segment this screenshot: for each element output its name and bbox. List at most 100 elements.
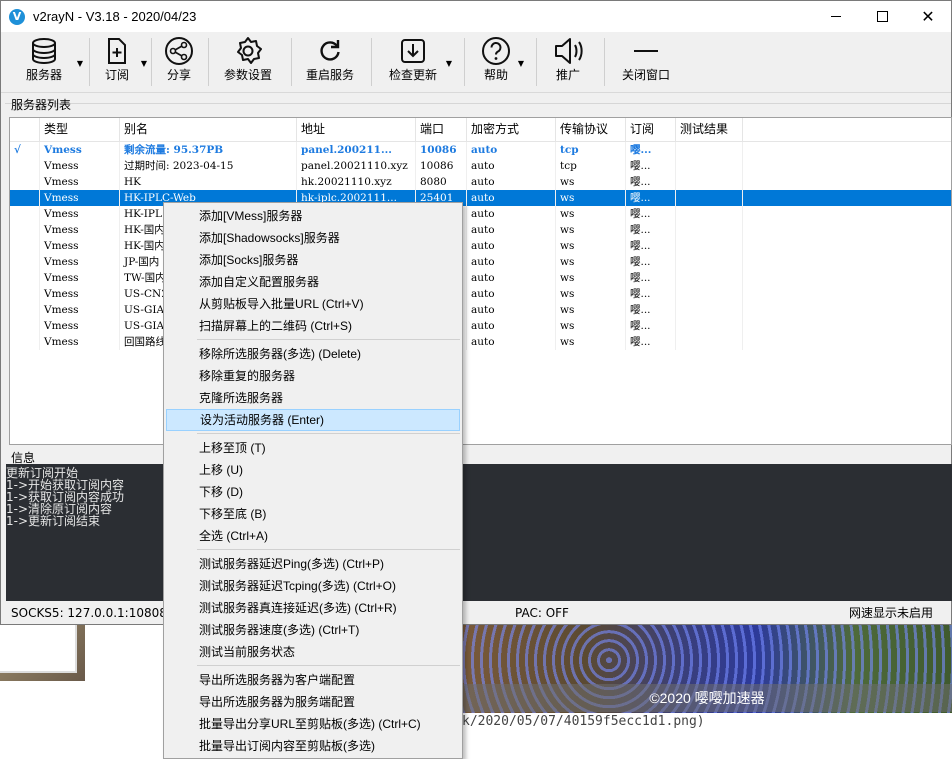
menu-item[interactable]: 批量导出订阅内容至剪贴板(多选) — [166, 735, 460, 757]
maximize-button[interactable] — [859, 1, 905, 32]
menu-item[interactable]: 移除所选服务器(多选) (Delete) — [166, 343, 460, 365]
table-cell: ws — [556, 270, 626, 286]
table-cell: auto — [467, 270, 556, 286]
table-row[interactable]: Vmess JP-国内 auto ws 嘤... — [10, 254, 951, 270]
table-row[interactable]: Vmess HK-IPLC-Web hk-iplc.2002111... 25401 a… — [10, 190, 951, 206]
table-row[interactable]: Vmess HK-IPL auto ws 嘤... — [10, 206, 951, 222]
active-check-icon — [10, 206, 40, 222]
column-header[interactable]: 端口 — [416, 118, 467, 141]
menu-item[interactable]: 上移 (U) — [166, 459, 460, 481]
toolbar-button-speaker[interactable]: 推广 — [545, 35, 591, 89]
table-row[interactable]: Vmess TW-国内 auto ws 嘤... — [10, 270, 951, 286]
toolbar-button-gear[interactable]: 参数设置 — [220, 35, 276, 89]
table-row[interactable]: Vmess HK hk.20021110.xyz 8080 auto ws 嘤... — [10, 174, 951, 190]
toolbar-separator — [371, 38, 372, 86]
menu-item[interactable]: 从剪贴板导入批量URL (Ctrl+V) — [166, 293, 460, 315]
menu-item[interactable]: 测试服务器真连接延迟(多选) (Ctrl+R) — [166, 597, 460, 619]
dropdown-arrow-icon[interactable]: ▼ — [77, 59, 83, 68]
table-row[interactable]: √ Vmess 剩余流量: 95.37PB panel.200211... 10086 a… — [10, 142, 951, 158]
dropdown-arrow-icon[interactable]: ▼ — [446, 59, 452, 68]
table-cell: 嘤... — [626, 270, 676, 286]
table-cell: panel.200211... — [297, 142, 416, 158]
main-window: V v2rayN - V3.18 - 2020/04/23 ✕ 服务器 ▼ 订阅 ▼ 分… — [0, 0, 952, 625]
toolbar-button-minus[interactable]: 关闭窗口 — [615, 35, 677, 89]
menu-item[interactable]: 扫描屏幕上的二维码 (Ctrl+S) — [166, 315, 460, 337]
menu-item[interactable]: 测试当前服务状态 — [166, 641, 460, 663]
menu-item[interactable]: 克隆所选服务器 — [166, 387, 460, 409]
table-cell: auto — [467, 206, 556, 222]
table-cell: 10086 — [416, 158, 467, 174]
toolbar-button-help[interactable]: 帮助 ▼ — [478, 35, 524, 89]
toolbar-button-download[interactable]: 检查更新 ▼ — [384, 35, 452, 89]
pac-status[interactable]: PAC: OFF — [515, 606, 569, 620]
list-body[interactable]: √ Vmess 剩余流量: 95.37PB panel.200211... 10086 a… — [10, 142, 951, 350]
column-header[interactable]: 加密方式 — [467, 118, 556, 141]
menu-item[interactable]: 上移至顶 (T) — [166, 437, 460, 459]
active-check-icon — [10, 302, 40, 318]
table-row[interactable]: Vmess HK-国内 auto ws 嘤... — [10, 222, 951, 238]
table-cell: ws — [556, 174, 626, 190]
menu-item[interactable]: 下移 (D) — [166, 481, 460, 503]
toolbar-separator — [604, 38, 605, 86]
minimize-button[interactable] — [813, 1, 859, 32]
column-header[interactable]: 测试结果 — [676, 118, 743, 141]
toolbar-button-refresh[interactable]: 重启服务 — [300, 35, 360, 89]
menu-item[interactable]: 下移至底 (B) — [166, 503, 460, 525]
toolbar-button-database[interactable]: 服务器 ▼ — [15, 35, 83, 89]
menu-item[interactable]: 添加[Shadowsocks]服务器 — [166, 227, 460, 249]
toolbar-button-share[interactable]: 分享 — [161, 35, 197, 89]
table-row[interactable]: Vmess US-GIA-auto ws 嘤... — [10, 318, 951, 334]
table-cell: 嘤... — [626, 238, 676, 254]
active-check-icon — [10, 334, 40, 350]
toolbar-button-label: 重启服务 — [305, 68, 354, 82]
table-cell: ws — [556, 206, 626, 222]
title-bar[interactable]: V v2rayN - V3.18 - 2020/04/23 ✕ — [1, 1, 951, 32]
table-row[interactable]: Vmess US-GIA auto ws 嘤... — [10, 302, 951, 318]
column-header[interactable]: 传输协议 — [556, 118, 626, 141]
table-cell: auto — [467, 142, 556, 158]
table-cell: auto — [467, 302, 556, 318]
menu-item[interactable]: 全选 (Ctrl+A) — [166, 525, 460, 547]
table-row[interactable]: Vmess 过期时间: 2023-04-15 panel.20021110.xyz 1… — [10, 158, 951, 174]
table-cell: tcp — [556, 142, 626, 158]
dropdown-arrow-icon[interactable]: ▼ — [141, 59, 147, 68]
speaker-icon — [545, 35, 591, 67]
menu-item[interactable]: 导出所选服务器为客户端配置 — [166, 669, 460, 691]
column-header[interactable] — [10, 118, 40, 141]
menu-item[interactable]: 添加自定义配置服务器 — [166, 271, 460, 293]
menu-item[interactable]: 设为活动服务器 (Enter) — [166, 409, 460, 431]
active-check-icon — [10, 318, 40, 334]
table-cell: 嘤... — [626, 190, 676, 206]
table-row[interactable]: Vmess HK-国内 auto ws 嘤... — [10, 238, 951, 254]
log-panel[interactable]: 更新订阅开始 1->开始获取订阅内容 1->获取订阅内容成功 1->清除原订阅内… — [6, 464, 952, 601]
menu-item[interactable]: 添加[VMess]服务器 — [166, 205, 460, 227]
table-row[interactable]: Vmess US-CN2 auto ws 嘤... — [10, 286, 951, 302]
menu-item[interactable]: 测试服务器延迟Tcping(多选) (Ctrl+O) — [166, 575, 460, 597]
column-header[interactable]: 订阅 — [626, 118, 676, 141]
subscribe-icon — [97, 35, 137, 67]
menu-item[interactable]: 添加[Socks]服务器 — [166, 249, 460, 271]
menu-item[interactable]: 测试服务器速度(多选) (Ctrl+T) — [166, 619, 460, 641]
column-header[interactable]: 类型 — [40, 118, 120, 141]
toolbar-button-subscribe[interactable]: 订阅 ▼ — [97, 35, 147, 89]
close-button[interactable]: ✕ — [905, 1, 951, 32]
table-cell: 剩余流量: 95.37PB — [120, 142, 297, 158]
menu-item[interactable]: 导出所选服务器为服务端配置 — [166, 691, 460, 713]
table-cell — [676, 206, 743, 222]
table-row[interactable]: Vmess 回国路线 auto ws 嘤... — [10, 334, 951, 350]
column-header[interactable]: 别名 — [120, 118, 297, 141]
toolbar-separator — [536, 38, 537, 86]
active-check-icon — [10, 174, 40, 190]
speed-status: 网速显示未启用 — [848, 606, 933, 620]
app-icon: V — [9, 8, 25, 25]
server-list[interactable]: 类型 别名 地址 端口 加密方式 传输协议 订阅 测试结果 √ Vmess 剩余流量: 95.37… — [9, 117, 952, 445]
dropdown-arrow-icon[interactable]: ▼ — [518, 59, 524, 68]
table-cell: Vmess — [40, 222, 120, 238]
menu-item[interactable]: 移除重复的服务器 — [166, 365, 460, 387]
minus-icon — [615, 35, 677, 67]
toolbar-button-label: 订阅 — [104, 68, 129, 82]
column-header[interactable]: 地址 — [297, 118, 416, 141]
menu-item[interactable]: 测试服务器延迟Ping(多选) (Ctrl+P) — [166, 553, 460, 575]
table-cell: Vmess — [40, 254, 120, 270]
menu-item[interactable]: 批量导出分享URL至剪贴板(多选) (Ctrl+C) — [166, 713, 460, 735]
